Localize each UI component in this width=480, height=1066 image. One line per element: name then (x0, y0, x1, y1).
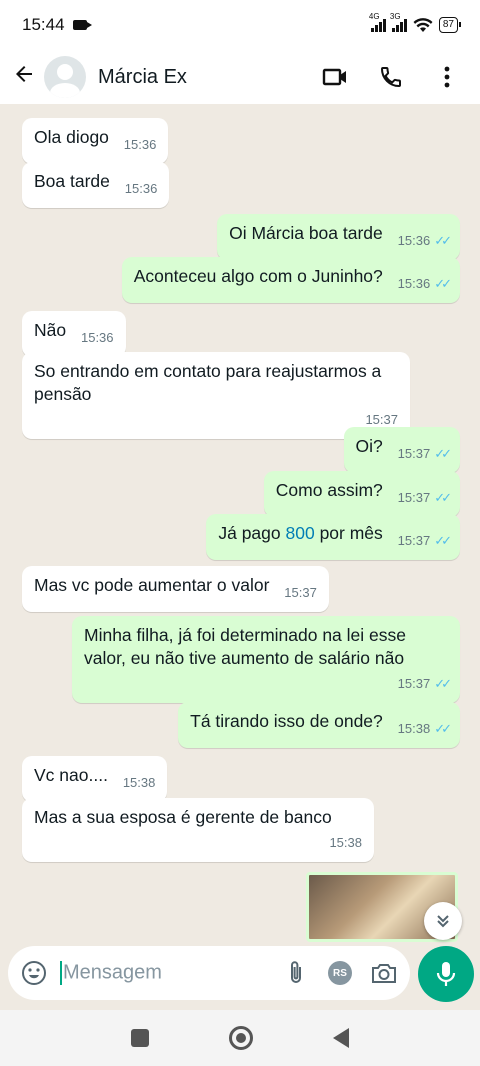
message-time: 15:37 (284, 585, 317, 600)
signal-3g-icon: 3G (390, 12, 407, 32)
message-time: 15:37 (397, 676, 431, 691)
recent-apps-button[interactable] (131, 1029, 149, 1047)
message-time: 15:36 (123, 137, 157, 152)
message-meta: 15:36 ✓✓ (397, 272, 452, 295)
avatar[interactable] (44, 56, 86, 98)
message-text: Oi Márcia boa tarde (229, 223, 383, 243)
message-text: So entrando em contato para reajustarmos… (34, 361, 382, 404)
message-time: 15:37 (397, 446, 431, 461)
message-time: 15:38 (122, 775, 156, 790)
chat-area[interactable]: Ola diogo 15:36 Boa tarde 15:36 Oi Márci… (0, 104, 480, 944)
message-text: Como assim? (275, 480, 383, 500)
message-time: 15:36 (80, 330, 114, 345)
message-incoming[interactable]: Vc nao.... 15:38 (22, 756, 168, 802)
read-ticks-icon: ✓✓ (434, 676, 452, 691)
status-time: 15:44 (22, 15, 65, 34)
read-ticks-icon: ✓✓ (434, 233, 452, 248)
header-actions (322, 64, 468, 90)
read-ticks-icon: ✓✓ (434, 490, 452, 505)
message-incoming[interactable]: Não 15:36 (22, 311, 126, 357)
read-ticks-icon: ✓✓ (434, 446, 452, 461)
message-text: Boa tarde (34, 171, 110, 191)
message-highlight-number[interactable]: 800 (286, 523, 315, 543)
message-outgoing[interactable]: Aconteceu algo com o Juninho? 15:36 ✓✓ (121, 257, 460, 303)
read-ticks-icon: ✓✓ (434, 533, 452, 548)
message-time: 15:37 (397, 490, 431, 505)
text-caret (60, 961, 62, 985)
home-button[interactable] (229, 1026, 253, 1050)
screen-record-icon (72, 20, 92, 30)
message-text: Vc nao.... (34, 765, 108, 785)
camera-icon[interactable] (370, 959, 398, 987)
battery-indicator: 87 (438, 17, 462, 33)
message-text: Mas a sua esposa é gerente de banco (34, 807, 332, 827)
message-incoming[interactable]: Ola diogo 15:36 (22, 118, 169, 164)
rs-badge-label: RS (328, 961, 352, 985)
message-text: Tá tirando isso de onde? (190, 711, 383, 731)
message-time: 15:36 (124, 181, 158, 196)
wifi-icon (413, 18, 433, 32)
more-options-icon[interactable] (434, 64, 460, 90)
message-text: Minha filha, já foi determinado na lei e… (84, 625, 406, 668)
message-outgoing[interactable]: Oi Márcia boa tarde 15:36 ✓✓ (217, 214, 460, 260)
message-outgoing[interactable]: Oi? 15:37 ✓✓ (343, 427, 460, 473)
mic-icon (436, 962, 456, 986)
rs-badge[interactable]: RS (326, 959, 354, 987)
status-icons: 4G 3G 87 (369, 12, 462, 33)
message-input[interactable]: Mensagem (60, 961, 266, 985)
signal-4g-icon: 4G (369, 12, 386, 32)
attach-icon[interactable] (282, 959, 310, 987)
message-text: Já pago (218, 523, 286, 543)
video-call-icon[interactable] (322, 64, 348, 90)
message-text: Mas vc pode aumentar o valor (34, 575, 270, 595)
back-arrow-icon[interactable] (12, 62, 38, 93)
read-ticks-icon: ✓✓ (434, 721, 452, 736)
message-text: por mês (314, 523, 383, 543)
message-text: Oi? (355, 436, 383, 456)
message-meta: 15:38 ✓✓ (397, 717, 452, 740)
scroll-down-icon[interactable] (424, 902, 462, 940)
message-input-placeholder: Mensagem (63, 961, 162, 984)
message-composer[interactable]: Mensagem RS (8, 946, 410, 1000)
message-meta: 15:37 ✓✓ (397, 442, 452, 465)
message-time: 15:38 (397, 721, 431, 736)
system-nav-bar (0, 1010, 480, 1066)
message-meta: 15:37 ✓✓ (84, 672, 452, 695)
message-meta: 15:37 ✓✓ (397, 529, 452, 552)
phone-icon[interactable] (378, 64, 404, 90)
mic-button[interactable] (418, 946, 474, 1002)
message-time: 15:36 (397, 233, 431, 248)
message-text: Aconteceu algo com o Juninho? (133, 266, 383, 286)
message-incoming[interactable]: Mas a sua esposa é gerente de banco 15:3… (22, 798, 374, 862)
message-text: Ola diogo (34, 127, 109, 147)
message-incoming[interactable]: Boa tarde 15:36 (22, 162, 170, 208)
message-time: 15:38 (329, 835, 362, 850)
message-time: 15:37 (397, 533, 431, 548)
message-outgoing[interactable]: Já pago 800 por mês 15:37 ✓✓ (206, 514, 460, 560)
message-incoming[interactable]: So entrando em contato para reajustarmos… (22, 352, 410, 439)
message-meta: 15:37 ✓✓ (397, 486, 452, 509)
message-incoming[interactable]: Mas vc pode aumentar o valor 15:37 (22, 566, 329, 612)
emoji-icon[interactable] (20, 959, 48, 987)
message-text: Não (34, 320, 67, 340)
message-outgoing[interactable]: Como assim? 15:37 ✓✓ (263, 471, 460, 517)
message-outgoing[interactable]: Minha filha, já foi determinado na lei e… (72, 616, 460, 703)
status-bar: 15:44 4G 3G 87 (0, 0, 480, 50)
read-ticks-icon: ✓✓ (434, 276, 452, 291)
system-back-button[interactable] (333, 1028, 349, 1048)
message-meta: 15:36 ✓✓ (397, 229, 452, 252)
message-time: 15:37 (365, 412, 398, 427)
message-time: 15:36 (397, 276, 431, 291)
contact-name[interactable]: Márcia Ex (98, 66, 187, 89)
message-outgoing[interactable]: Tá tirando isso de onde? 15:38 ✓✓ (178, 702, 460, 748)
chat-header: Márcia Ex (0, 50, 480, 104)
